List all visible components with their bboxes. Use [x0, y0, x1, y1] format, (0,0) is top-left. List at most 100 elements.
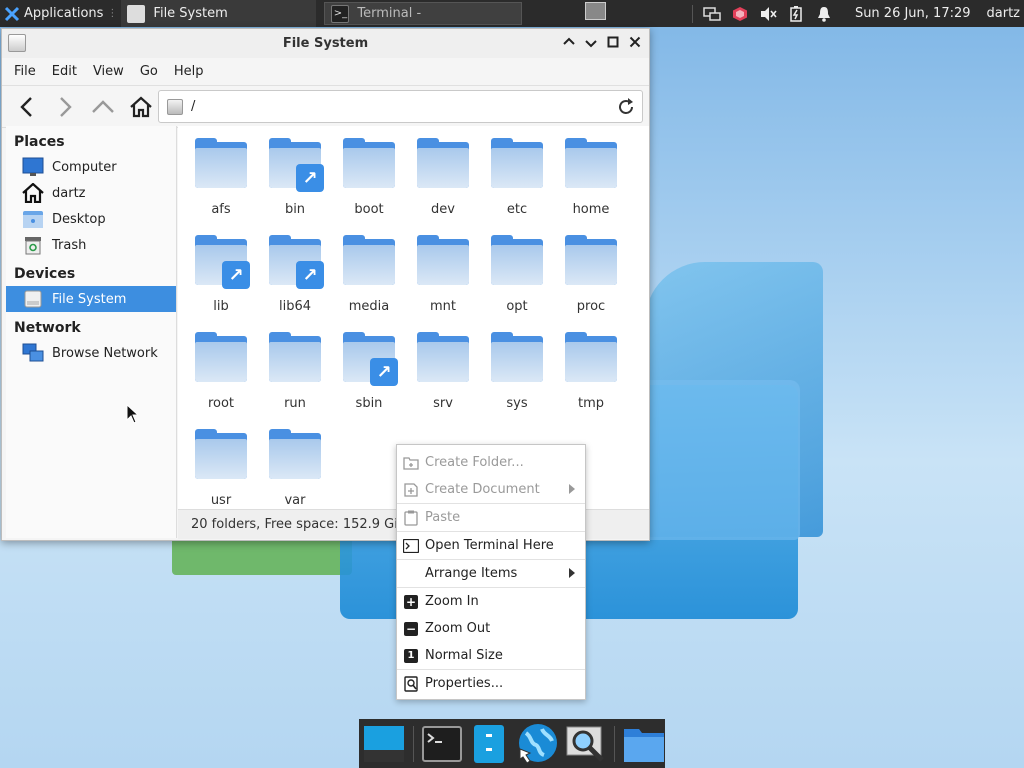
divider: [614, 725, 615, 762]
menu-item-properties[interactable]: Properties...: [397, 670, 585, 697]
sidebar-item-dartz[interactable]: dartz: [6, 180, 176, 206]
menu-go[interactable]: Go: [132, 64, 166, 79]
shade-button[interactable]: [563, 35, 575, 49]
file-manager-launcher-icon[interactable]: [470, 723, 508, 765]
menu-item-zoom-in[interactable]: + Zoom In: [397, 588, 585, 615]
folder-name: media: [348, 299, 390, 314]
menu-view[interactable]: View: [85, 64, 132, 79]
user-menu[interactable]: dartz: [987, 6, 1020, 21]
folder-icon: [490, 233, 544, 287]
workspace-switcher[interactable]: [585, 2, 606, 20]
sidebar-item-browse-network[interactable]: Browse Network: [6, 340, 176, 366]
folder-item-afs[interactable]: afs: [184, 136, 258, 233]
folder-icon: [342, 136, 396, 190]
titlebar[interactable]: File System: [2, 29, 649, 58]
drive-icon: [127, 4, 146, 23]
reload-icon[interactable]: [616, 97, 636, 117]
folder-item-dev[interactable]: dev: [406, 136, 480, 233]
folder-item-sbin[interactable]: ↗ sbin: [332, 330, 406, 427]
minimize-button[interactable]: [585, 35, 597, 49]
separator-dots-icon: ⋮: [107, 8, 118, 19]
xfce-logo-icon: [4, 6, 20, 21]
folder-name: run: [284, 396, 306, 411]
home-icon: [130, 96, 152, 117]
folder-item-tmp[interactable]: tmp: [554, 330, 628, 427]
terminal-launcher-icon[interactable]: [421, 723, 462, 765]
sidebar-header-places: Places: [14, 134, 65, 150]
drive-icon: [22, 289, 44, 309]
sidebar-item-label: Desktop: [52, 211, 106, 227]
sidebar-item-trash[interactable]: Trash: [6, 232, 176, 258]
divider: [413, 725, 414, 762]
folder-item-lib64[interactable]: ↗ lib64: [258, 233, 332, 330]
network-icon[interactable]: [703, 5, 721, 23]
folder-item-boot[interactable]: boot: [332, 136, 406, 233]
zoom-out-icon: −: [404, 621, 418, 636]
folder-item-home[interactable]: home: [554, 136, 628, 233]
menubar: File Edit View Go Help: [2, 58, 649, 86]
forward-button[interactable]: [48, 90, 82, 124]
folder-item-run[interactable]: run: [258, 330, 332, 427]
folder-item-etc[interactable]: etc: [480, 136, 554, 233]
menu-item-label: Create Folder...: [425, 455, 524, 470]
folder-item-opt[interactable]: opt: [480, 233, 554, 330]
menu-help[interactable]: Help: [166, 64, 212, 79]
folder-launcher-icon[interactable]: [623, 723, 665, 765]
battery-icon[interactable]: [787, 5, 805, 23]
taskbar-item-label: File System: [153, 6, 228, 21]
sidebar-item-computer[interactable]: Computer: [6, 154, 176, 180]
properties-icon: [403, 675, 419, 692]
show-desktop-icon[interactable]: [363, 723, 405, 765]
folder-item-srv[interactable]: srv: [406, 330, 480, 427]
notification-bell-icon[interactable]: [815, 5, 833, 23]
desktop-folder-icon: [22, 209, 44, 229]
clock[interactable]: Sun 26 Jun, 17:29: [855, 6, 971, 21]
sidebar-item-label: Computer: [52, 159, 117, 175]
folder-item-sys[interactable]: sys: [480, 330, 554, 427]
taskbar-item-terminal[interactable]: >_ Terminal -: [324, 2, 523, 25]
maximize-button[interactable]: [607, 35, 619, 49]
folder-item-var[interactable]: var: [258, 427, 332, 509]
folder-item-bin[interactable]: ↗ bin: [258, 136, 332, 233]
home-button[interactable]: [124, 90, 158, 124]
sidebar-item-file-system[interactable]: File System: [6, 286, 176, 312]
menu-item-create-document[interactable]: Create Document: [397, 476, 585, 503]
new-document-icon: [403, 482, 419, 498]
folder-item-proc[interactable]: proc: [554, 233, 628, 330]
folder-item-root[interactable]: root: [184, 330, 258, 427]
taskbar-item-file-system[interactable]: File System: [121, 0, 317, 27]
zoom-in-icon: +: [404, 594, 418, 609]
system-tray: Sun 26 Jun, 17:29 dartz: [685, 0, 1024, 27]
folder-item-media[interactable]: media: [332, 233, 406, 330]
sidebar-item-label: Trash: [52, 237, 87, 253]
up-button[interactable]: [86, 90, 120, 124]
folder-item-lib[interactable]: ↗ lib: [184, 233, 258, 330]
folder-link-icon: ↗: [194, 233, 250, 289]
back-button[interactable]: [10, 90, 44, 124]
sidebar-header-network: Network: [14, 320, 81, 336]
sidebar-item-label: Browse Network: [52, 345, 158, 361]
folder-item-usr[interactable]: usr: [184, 427, 258, 509]
folder-item-mnt[interactable]: mnt: [406, 233, 480, 330]
menu-item-paste[interactable]: Paste: [397, 504, 585, 531]
location-bar[interactable]: /: [158, 90, 643, 123]
menu-item-zoom-out[interactable]: − Zoom Out: [397, 615, 585, 642]
volume-muted-icon[interactable]: [759, 5, 777, 23]
close-button[interactable]: [629, 35, 641, 49]
menu-item-create-folder[interactable]: Create Folder...: [397, 449, 585, 476]
folder-link-icon: ↗: [268, 233, 324, 289]
folder-name: bin: [284, 202, 306, 217]
menu-item-normal-size[interactable]: 1 Normal Size: [397, 642, 585, 669]
search-launcher-icon[interactable]: [566, 723, 606, 765]
location-path: /: [191, 99, 196, 114]
menu-item-open-terminal[interactable]: Open Terminal Here: [397, 532, 585, 559]
menu-edit[interactable]: Edit: [44, 64, 85, 79]
package-icon[interactable]: [731, 5, 749, 23]
applications-menu[interactable]: Applications ⋮: [0, 0, 121, 27]
menu-item-arrange-items[interactable]: Arrange Items: [397, 560, 585, 587]
menu-item-label: Zoom Out: [425, 621, 491, 636]
web-browser-launcher-icon[interactable]: [516, 723, 558, 765]
folder-name: afs: [211, 202, 231, 217]
menu-file[interactable]: File: [6, 64, 44, 79]
sidebar-item-desktop[interactable]: Desktop: [6, 206, 176, 232]
